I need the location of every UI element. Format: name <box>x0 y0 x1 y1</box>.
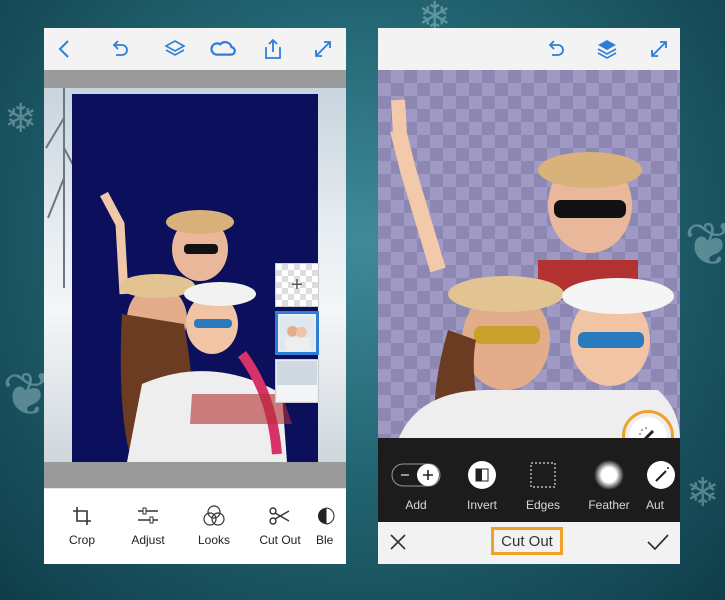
canvas-margin <box>44 70 346 88</box>
swirl-decoration: ❦ <box>684 210 725 280</box>
add-tool[interactable]: Add <box>384 460 448 512</box>
feather-tool[interactable]: Feather <box>577 460 641 512</box>
top-toolbar <box>44 28 346 70</box>
looks-label: Looks <box>197 533 231 547</box>
right-phone-screen: Add Invert Edges Feather Aut Cut Out <box>378 28 680 564</box>
edges-label: Edges <box>525 498 561 512</box>
edges-tool[interactable]: Edges <box>511 460 575 512</box>
scissors-icon <box>250 505 310 527</box>
snowflake-decoration: ❄ <box>4 96 38 142</box>
add-toggle-icon <box>384 460 448 490</box>
expand-icon[interactable] <box>310 36 336 62</box>
invert-icon <box>450 460 514 490</box>
crop-label: Crop <box>68 533 95 547</box>
adjust-tool[interactable]: Adjust <box>118 505 178 547</box>
undo-icon[interactable] <box>106 36 132 62</box>
adjust-sliders-icon <box>118 505 178 527</box>
edit-toolbar: Crop Adjust Looks Cut Out Ble <box>44 488 346 564</box>
close-icon[interactable] <box>388 532 408 557</box>
invert-tool[interactable]: Invert <box>450 460 514 512</box>
looks-tool[interactable]: Looks <box>184 505 244 547</box>
photo-canvas[interactable]: + <box>44 88 346 462</box>
cut-out-label: Cut Out <box>259 533 301 547</box>
expand-icon[interactable] <box>646 36 672 62</box>
feather-label: Feather <box>588 498 630 512</box>
blend-label: Ble <box>316 533 334 547</box>
crop-tool[interactable]: Crop <box>52 505 112 547</box>
magic-wand-icon <box>629 417 667 440</box>
layers-icon[interactable] <box>594 36 620 62</box>
edges-icon <box>511 460 575 490</box>
layers-icon[interactable] <box>162 36 188 62</box>
adjust-label: Adjust <box>131 533 165 547</box>
add-label: Add <box>405 498 427 512</box>
looks-circles-icon <box>184 505 244 527</box>
friends-photo-zoomed <box>390 99 680 440</box>
add-layer-button[interactable]: + <box>275 263 319 307</box>
share-icon[interactable] <box>260 36 286 62</box>
auto-tool[interactable]: Aut <box>646 460 680 512</box>
cutout-toolbar: Add Invert Edges Feather Aut <box>378 438 680 522</box>
feather-icon <box>577 460 641 490</box>
layers-panel: + <box>275 263 321 407</box>
cut-out-title: Cut Out <box>491 527 563 555</box>
add-layer-symbol: + <box>291 273 303 296</box>
blend-icon <box>316 505 346 527</box>
undo-icon[interactable] <box>542 36 568 62</box>
auto-wand-icon <box>646 460 680 490</box>
cutout-footer: Cut Out <box>378 522 680 564</box>
layer-thumb-people[interactable] <box>275 311 319 355</box>
checkmark-icon[interactable] <box>646 532 670 557</box>
auto-label: Aut <box>646 498 665 512</box>
cutout-canvas[interactable] <box>378 70 680 440</box>
canvas-margin <box>44 462 346 488</box>
crop-icon <box>52 505 112 527</box>
back-chevron-icon[interactable] <box>52 36 78 62</box>
creative-cloud-icon[interactable] <box>208 36 240 62</box>
invert-label: Invert <box>466 498 497 512</box>
layer-thumb-background[interactable] <box>275 359 319 403</box>
left-phone-screen: + Crop Adjust Looks Cut Out Ble <box>44 28 346 564</box>
cut-out-tool[interactable]: Cut Out <box>250 505 310 547</box>
snowflake-decoration: ❄ <box>686 470 720 516</box>
blend-tool[interactable]: Ble <box>316 505 346 547</box>
top-toolbar <box>378 28 680 70</box>
